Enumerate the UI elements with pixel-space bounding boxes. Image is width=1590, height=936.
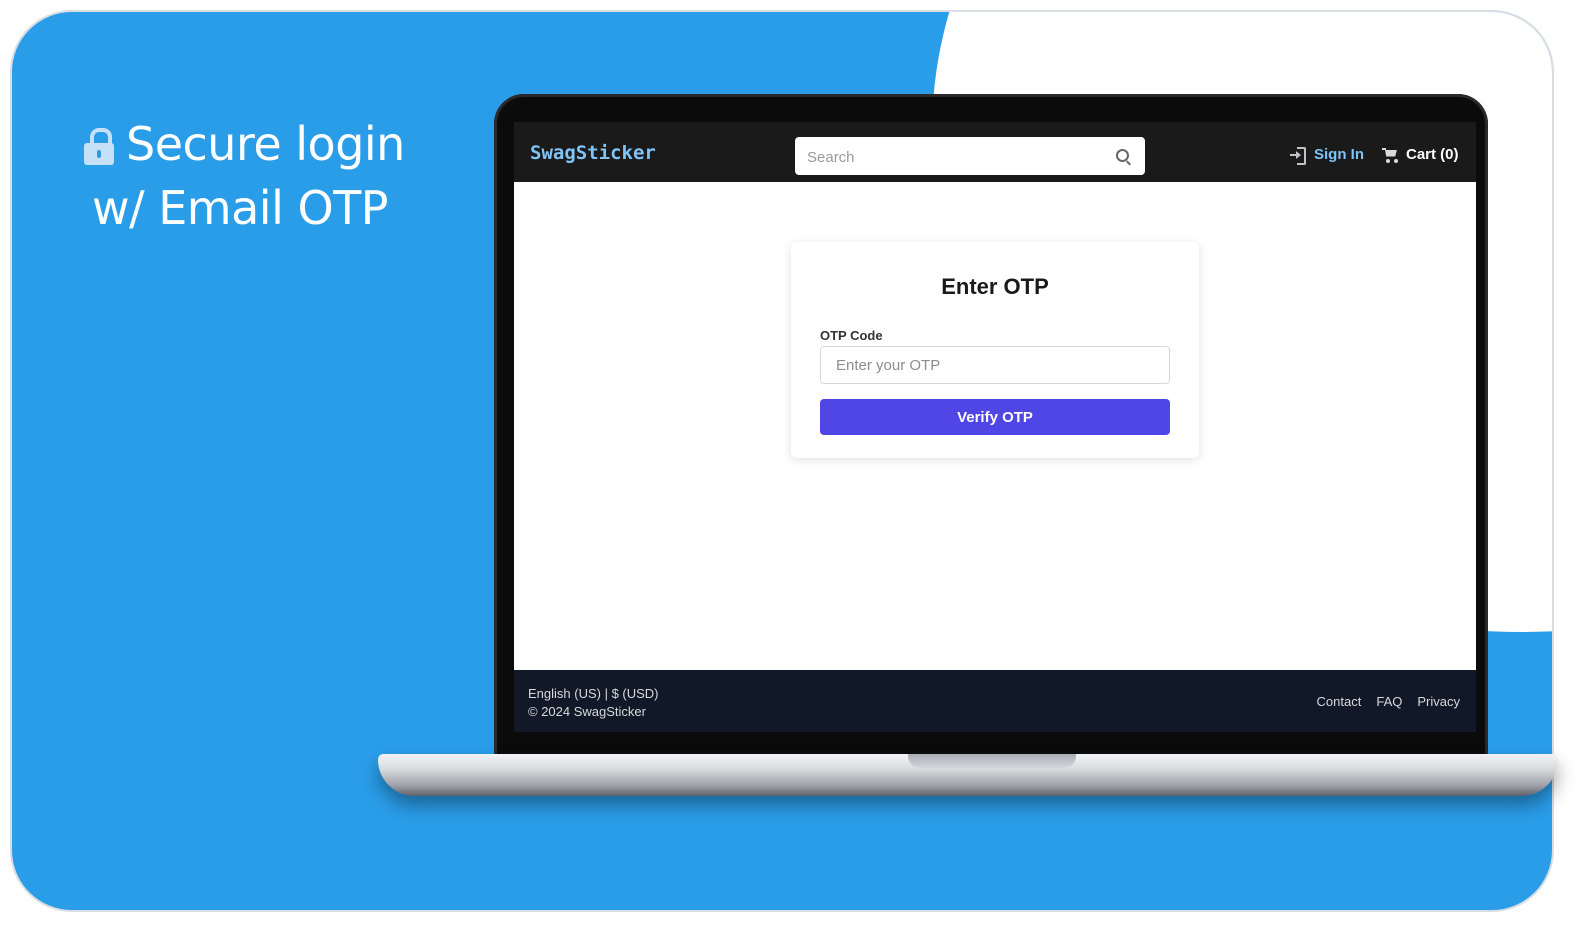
sign-in-label: Sign In bbox=[1314, 146, 1364, 163]
copyright-text: © 2024 SwagSticker bbox=[528, 704, 646, 719]
laptop-opening-notch bbox=[908, 754, 1076, 768]
site-navbar: SwagSticker Sign In Cart (0) bbox=[514, 122, 1476, 182]
site-footer: English (US) | $ (USD) © 2024 SwagSticke… bbox=[514, 670, 1476, 732]
browser-viewport: SwagSticker Sign In Cart (0) Enter OTP O… bbox=[514, 122, 1476, 732]
hero-headline: Secure login w/ Email OTP bbox=[84, 112, 405, 240]
laptop-screen-bezel: SwagSticker Sign In Cart (0) Enter OTP O… bbox=[494, 94, 1488, 770]
search-input[interactable] bbox=[805, 137, 1109, 177]
hero-line-1: Secure login bbox=[84, 112, 405, 176]
cart-label: Cart (0) bbox=[1406, 146, 1459, 163]
sign-in-icon bbox=[1290, 146, 1306, 165]
search-icon[interactable] bbox=[1116, 149, 1129, 162]
sign-in-link[interactable]: Sign In bbox=[1290, 146, 1364, 165]
footer-link-faq[interactable]: FAQ bbox=[1376, 694, 1402, 709]
otp-field-label: OTP Code bbox=[820, 328, 883, 343]
otp-card: Enter OTP OTP Code Verify OTP bbox=[791, 242, 1199, 458]
laptop-base bbox=[378, 754, 1558, 796]
hero-line-1-text: Secure login bbox=[126, 117, 405, 171]
site-logo[interactable]: SwagSticker bbox=[530, 142, 656, 164]
locale-selector[interactable]: English (US) | $ (USD) bbox=[528, 685, 659, 703]
footer-links: Contact FAQ Privacy bbox=[1317, 694, 1460, 709]
otp-input[interactable] bbox=[820, 346, 1170, 384]
cart-icon bbox=[1382, 147, 1400, 163]
lock-icon bbox=[84, 128, 114, 165]
footer-link-privacy[interactable]: Privacy bbox=[1417, 694, 1460, 709]
verify-otp-button[interactable]: Verify OTP bbox=[820, 399, 1170, 435]
search-box[interactable] bbox=[795, 137, 1145, 177]
otp-title: Enter OTP bbox=[941, 274, 1049, 299]
footer-link-contact[interactable]: Contact bbox=[1317, 694, 1362, 709]
cart-link[interactable]: Cart (0) bbox=[1382, 146, 1459, 163]
hero-line-2: w/ Email OTP bbox=[92, 181, 389, 235]
footer-info: English (US) | $ (USD) © 2024 SwagSticke… bbox=[528, 685, 659, 721]
